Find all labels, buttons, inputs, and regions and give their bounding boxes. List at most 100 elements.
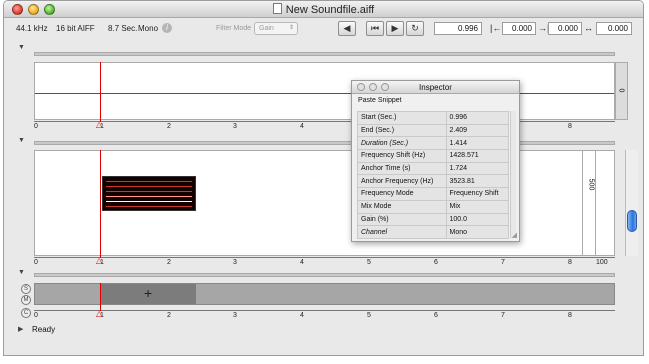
- inspector-row[interactable]: Duration (Sec.) 1.414: [357, 136, 509, 151]
- row-value[interactable]: 0.996: [445, 111, 509, 125]
- tick-label: 4: [300, 259, 304, 266]
- window-title-text: New Soundfile.aiff: [285, 4, 375, 16]
- time-ruler-top: 0 1 2 3 4 5 6 7 8: [34, 121, 615, 131]
- inspector-panel: Inspector Paste Snippet Start (Sec.) 0.99…: [351, 80, 520, 242]
- start-marker-icon: |←: [490, 23, 502, 33]
- harmonic-line: [106, 196, 192, 197]
- filter-mode-select[interactable]: Gain ⇕: [254, 22, 298, 35]
- row-value[interactable]: 3523.81: [445, 174, 509, 189]
- main-window: New Soundfile.aiff 44.1 kHz 16 bit AIFF …: [3, 0, 644, 356]
- loop-toggle-button[interactable]: C: [21, 308, 31, 318]
- end-marker-field[interactable]: 0.000: [548, 22, 582, 35]
- title-bar[interactable]: New Soundfile.aiff: [4, 1, 643, 18]
- loop-button[interactable]: ↻: [406, 21, 424, 36]
- inspector-row[interactable]: Anchor Time (s) 1.724: [357, 161, 509, 176]
- tick-label: 3: [233, 312, 237, 319]
- waveform-line: [35, 93, 614, 94]
- window-title: New Soundfile.aiff: [4, 3, 643, 16]
- collapse-triangle-icon[interactable]: ▼: [18, 269, 25, 276]
- cursor-marker-icon[interactable]: △: [96, 256, 102, 265]
- inspector-row[interactable]: Frequency Shift (Hz) 1428.571: [357, 149, 509, 163]
- inspector-title: Inspector: [419, 83, 452, 92]
- row-label: Channel: [357, 225, 447, 239]
- cursor-marker-icon[interactable]: △: [96, 120, 102, 129]
- inspector-zoom-button[interactable]: [381, 83, 389, 91]
- inspector-row[interactable]: Channel Mono: [357, 225, 509, 239]
- filter-mode-label: Filter Mode: [216, 25, 252, 32]
- tick-label: 5: [367, 259, 371, 266]
- row-value[interactable]: 2.409: [445, 123, 509, 138]
- solo-button[interactable]: S: [21, 284, 31, 294]
- bit-format: 16 bit AIFF: [56, 24, 95, 33]
- inspector-row[interactable]: Anchor Frequency (Hz) 3523.81: [357, 174, 509, 189]
- spectrum-vertical-scrollbar[interactable]: [625, 150, 638, 256]
- inspector-row[interactable]: End (Sec.) 2.409: [357, 123, 509, 138]
- inspector-title-bar[interactable]: Inspector: [352, 81, 519, 94]
- row-value[interactable]: 1428.571: [445, 149, 509, 163]
- inspector-table: Start (Sec.) 0.996 End (Sec.) 2.409 Durati…: [357, 111, 509, 239]
- expand-triangle-icon[interactable]: ▶: [18, 325, 23, 333]
- row-label: End (Sec.): [357, 123, 447, 138]
- row-value[interactable]: Mix: [445, 199, 509, 214]
- harmonic-line: [106, 181, 192, 182]
- bottom-value: 100: [596, 259, 608, 266]
- row-value[interactable]: Frequency Shift: [445, 187, 509, 201]
- scroll-thumb[interactable]: [627, 210, 637, 232]
- row-value[interactable]: 1.414: [445, 136, 509, 151]
- tick-label: 7: [501, 312, 505, 319]
- spectrum-scroller[interactable]: [34, 141, 615, 145]
- harmonic-line: [106, 206, 192, 207]
- info-icon[interactable]: i: [162, 23, 172, 33]
- row-value[interactable]: Mono: [445, 225, 509, 239]
- filter-mode-value: Gain: [259, 25, 274, 32]
- snippet-scroller[interactable]: [34, 273, 615, 277]
- paste-snippet-button[interactable]: Paste Snippet: [358, 97, 402, 104]
- play-button[interactable]: ▶: [386, 21, 404, 36]
- skip-back-icon: ⏮: [370, 23, 380, 33]
- inspector-row[interactable]: Start (Sec.) 0.996: [357, 111, 509, 125]
- status-text: Ready: [32, 325, 56, 334]
- tick-label: 3: [233, 123, 237, 130]
- length-field[interactable]: 0.000: [596, 22, 632, 35]
- waveform-axis-value: 0: [617, 88, 625, 93]
- inspector-minimize-button[interactable]: [369, 83, 377, 91]
- inspector-scrollbar[interactable]: [510, 111, 516, 238]
- start-marker-field[interactable]: 0.000: [502, 22, 536, 35]
- row-label: Duration (Sec.): [357, 136, 447, 151]
- tick-label: 4: [300, 123, 304, 130]
- row-value[interactable]: 100.0: [445, 212, 509, 227]
- playback-cursor[interactable]: [100, 150, 101, 258]
- loop-icon: ↻: [411, 23, 419, 33]
- harmonic-line: [106, 191, 192, 192]
- tick-label: 6: [434, 312, 438, 319]
- chevron-updown-icon: ⇕: [288, 25, 294, 31]
- mute-button[interactable]: M: [21, 295, 31, 305]
- row-value[interactable]: 1.724: [445, 161, 509, 176]
- position-field[interactable]: 0.996: [434, 22, 482, 35]
- tick-label: 6: [434, 259, 438, 266]
- inspector-row[interactable]: Mix Mode Mix: [357, 199, 509, 214]
- inspector-row[interactable]: Frequency Mode Frequency Shift: [357, 187, 509, 201]
- time-ruler-snippet: 0 1 2 3 4 5 6 7 8: [34, 310, 615, 320]
- speaker-button[interactable]: ◀: [338, 21, 356, 36]
- cursor-marker-icon[interactable]: △: [96, 309, 102, 318]
- waveform-amplitude-ruler: 0: [615, 62, 628, 120]
- inspector-row[interactable]: Gain (%) 100.0: [357, 212, 509, 227]
- playback-cursor[interactable]: [100, 62, 101, 122]
- rewind-button[interactable]: ⏮: [366, 21, 384, 36]
- overview-scroller[interactable]: [34, 52, 615, 56]
- add-snippet-icon[interactable]: +: [144, 285, 152, 301]
- playback-cursor[interactable]: [100, 283, 101, 311]
- inspector-close-button[interactable]: [357, 83, 365, 91]
- row-label: Anchor Frequency (Hz): [357, 174, 447, 189]
- spectrogram-snippet[interactable]: [102, 176, 196, 211]
- length-icon: ↔: [584, 23, 593, 33]
- time-ruler-bottom: 0 1 2 3 4 5 6 7 8 100: [34, 257, 615, 267]
- tick-label: 5: [367, 312, 371, 319]
- collapse-triangle-icon[interactable]: ▼: [18, 137, 25, 144]
- row-label: Start (Sec.): [357, 111, 447, 125]
- resize-grip-icon[interactable]: ◢: [512, 231, 517, 239]
- waveform-panel[interactable]: [34, 62, 615, 120]
- collapse-triangle-icon[interactable]: ▼: [18, 44, 25, 51]
- row-label: Frequency Mode: [357, 187, 447, 201]
